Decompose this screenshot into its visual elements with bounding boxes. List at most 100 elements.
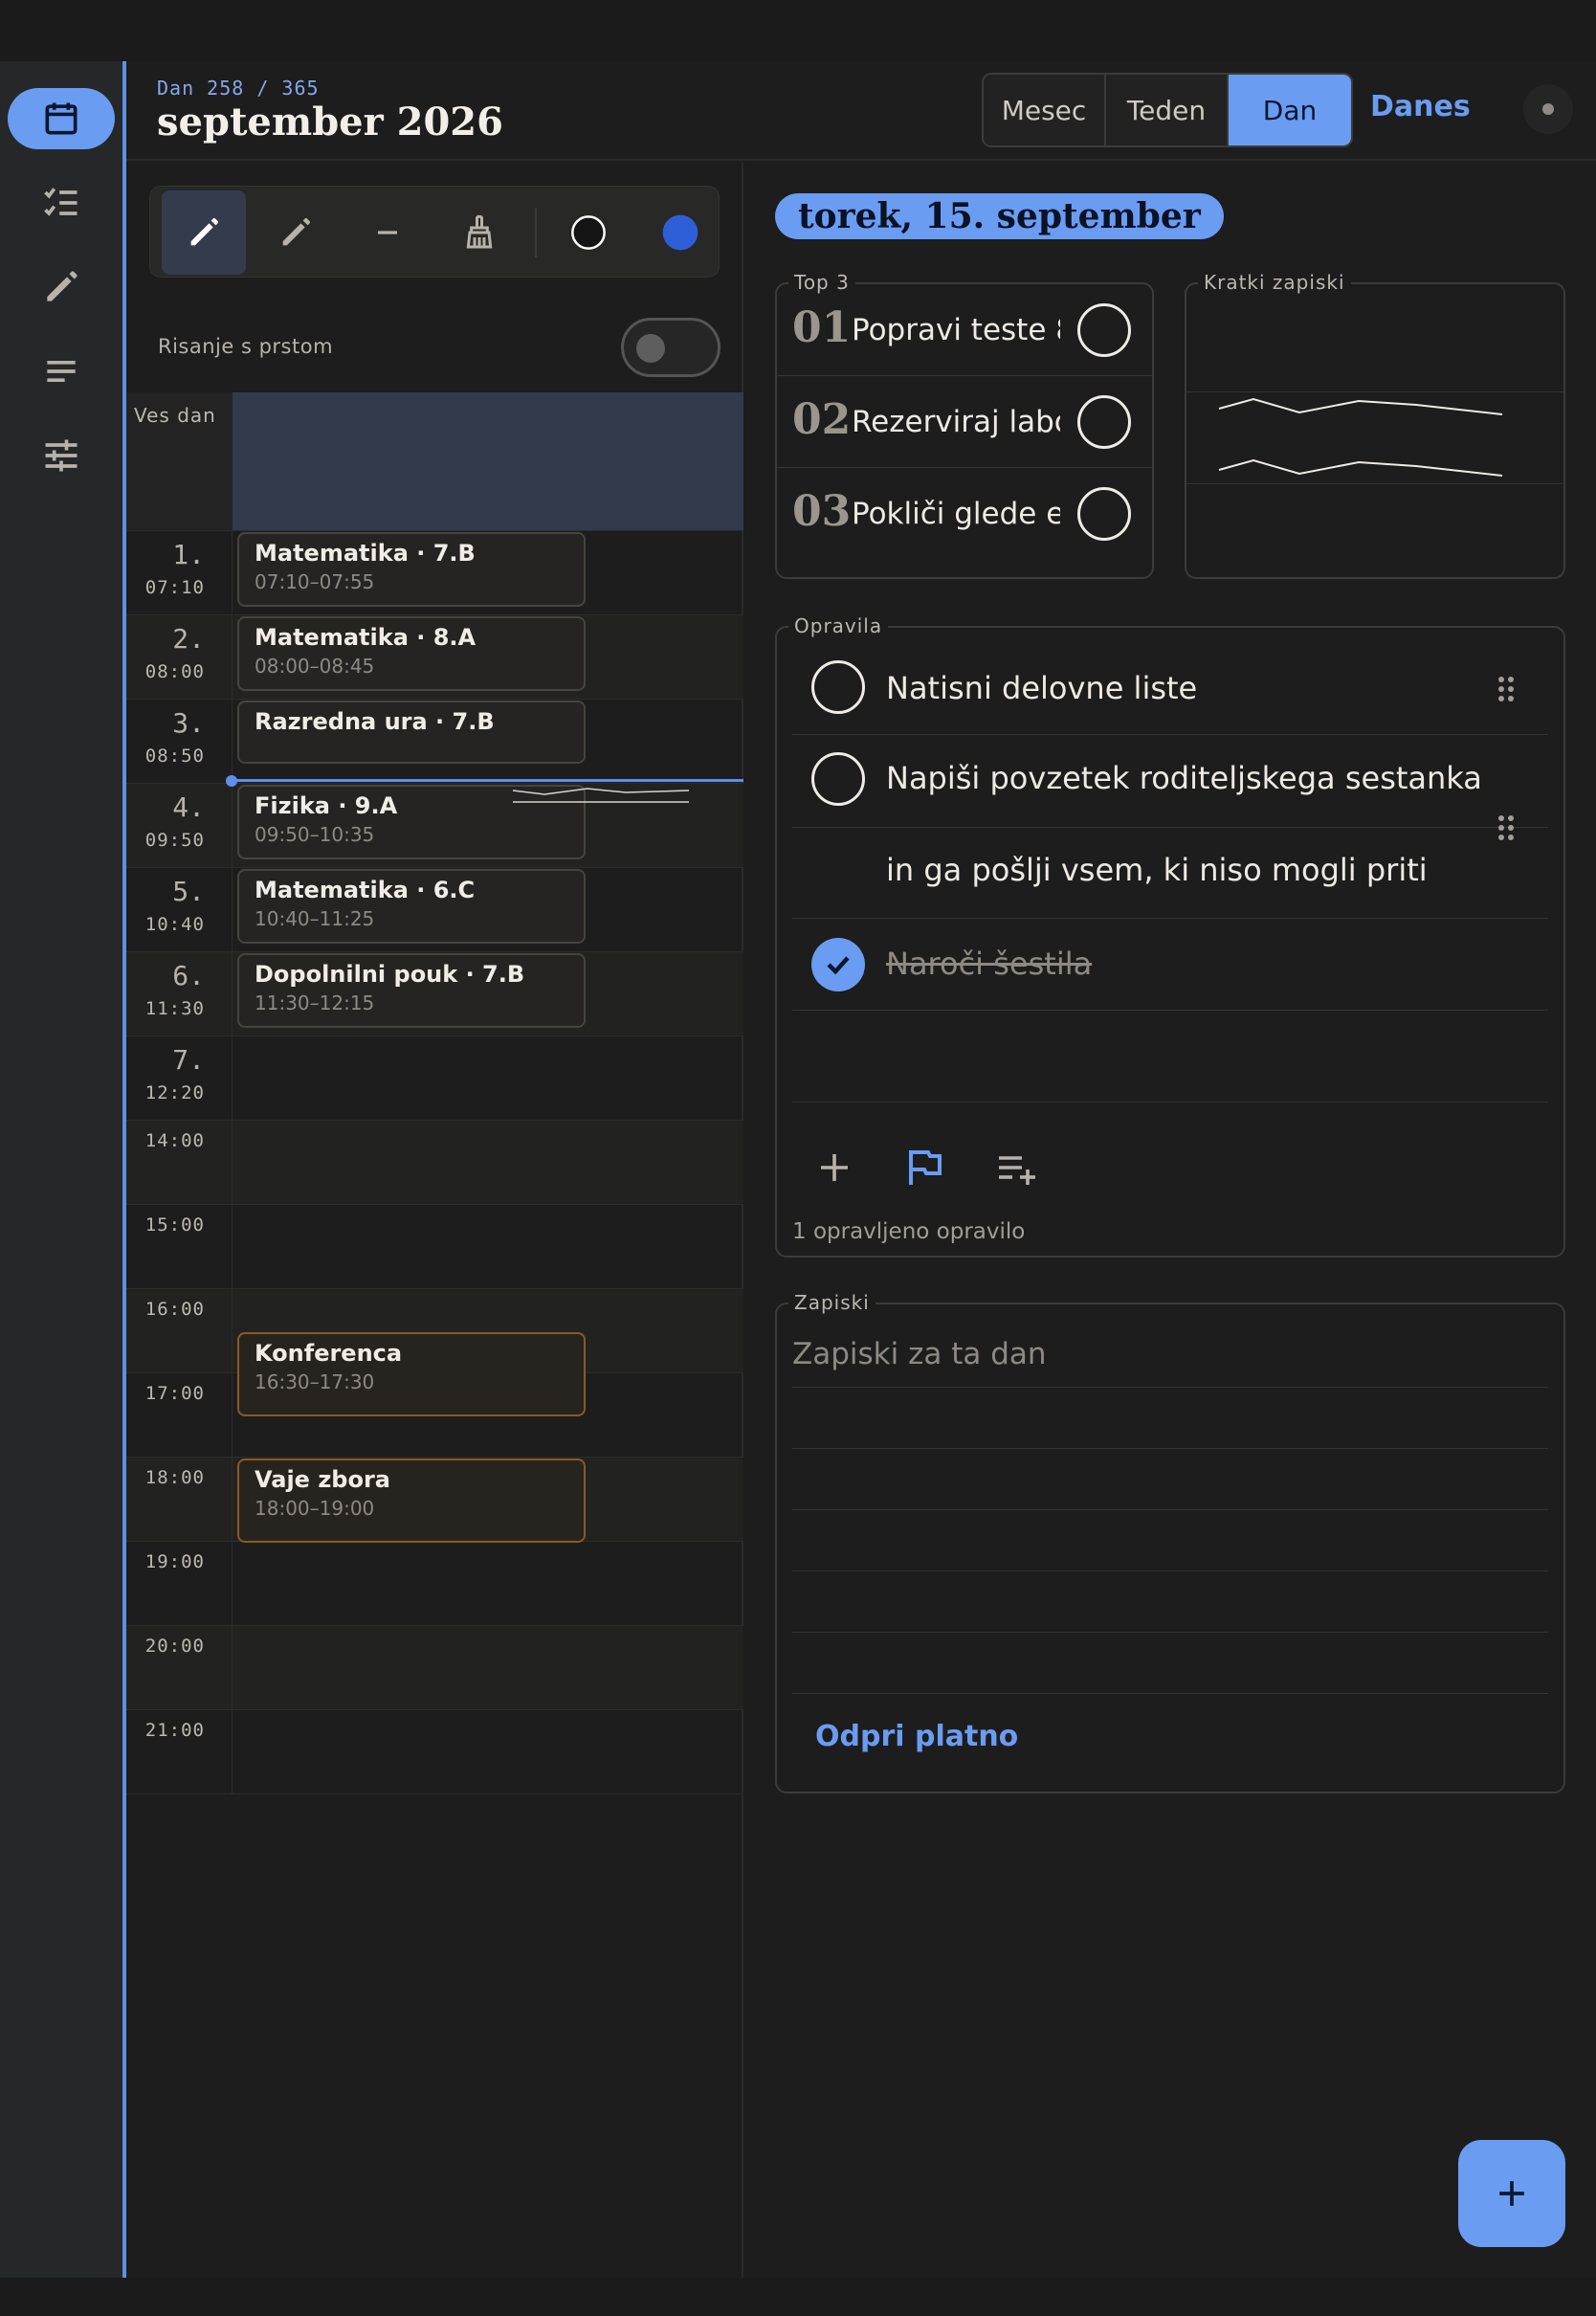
today-button[interactable]: Danes bbox=[1370, 90, 1471, 123]
top3-item[interactable]: 03 Pokliči glede e bbox=[777, 468, 1152, 560]
month-title: september 2026 bbox=[157, 100, 503, 145]
rail-item-tasks[interactable] bbox=[8, 172, 115, 234]
slot-gutter: 5. 10:40 bbox=[126, 868, 233, 952]
note-line bbox=[792, 1509, 1548, 1510]
rail-item-notes[interactable] bbox=[8, 341, 115, 402]
task-text: Natisni delovne liste bbox=[886, 670, 1198, 706]
event-time: 11:30–12:15 bbox=[255, 991, 375, 1014]
selected-date: torek, 15. september bbox=[775, 193, 1224, 239]
top3-text: Rezerviraj labo bbox=[852, 405, 1060, 439]
top3-number: 03 bbox=[792, 487, 852, 536]
period-number: 2. bbox=[172, 623, 205, 655]
tasks-card: Opravila Natisni delovne liste Napiši po… bbox=[775, 614, 1565, 1258]
period-time: 08:00 bbox=[144, 661, 205, 682]
top3-number: 02 bbox=[792, 395, 852, 444]
completed-count: 1 opravljeno opravilo bbox=[792, 1219, 1026, 1244]
tool-brush[interactable] bbox=[437, 190, 521, 275]
top3-checkbox[interactable] bbox=[1077, 395, 1131, 449]
period-number: 1. bbox=[172, 539, 205, 570]
period-slot[interactable]: 7. 12:20 bbox=[126, 1036, 743, 1121]
task-line bbox=[792, 827, 1548, 828]
notes-input[interactable]: Zapiski za ta dan bbox=[792, 1337, 1047, 1371]
open-canvas-button[interactable]: Odpri platno bbox=[815, 1720, 1018, 1753]
top3-checkbox[interactable] bbox=[1077, 487, 1131, 541]
rail-item-draw[interactable] bbox=[8, 256, 115, 318]
event-time: 08:00–08:45 bbox=[255, 655, 375, 678]
calendar-event[interactable]: Vaje zbora 18:00–19:00 bbox=[237, 1459, 586, 1543]
rail-item-settings[interactable] bbox=[8, 425, 115, 486]
ink-scribble bbox=[512, 788, 690, 803]
all-day-area[interactable] bbox=[233, 392, 743, 530]
flag-icon[interactable] bbox=[901, 1145, 947, 1191]
hour-slot[interactable]: 19:00 bbox=[126, 1541, 743, 1626]
calendar-event[interactable]: Matematika · 6.C 10:40–11:25 bbox=[237, 869, 586, 944]
calendar-event[interactable]: Razredna ura · 7.B bbox=[237, 701, 586, 764]
dot-icon bbox=[1542, 103, 1554, 115]
view-month-button[interactable]: Mesec bbox=[984, 75, 1106, 145]
slot-gutter: 1. 07:10 bbox=[126, 531, 233, 615]
event-title: Dopolnilni pouk · 7.B bbox=[255, 961, 525, 988]
check-icon bbox=[827, 956, 850, 975]
hour-label: 16:00 bbox=[144, 1299, 205, 1320]
slot-gutter: 21:00 bbox=[126, 1710, 233, 1794]
calendar-event[interactable]: Dopolnilni pouk · 7.B 11:30–12:15 bbox=[237, 953, 586, 1028]
hour-slot[interactable]: 21:00 bbox=[126, 1709, 743, 1794]
hour-label: 14:00 bbox=[144, 1130, 205, 1151]
short-notes-card[interactable]: Kratki zapiski bbox=[1185, 271, 1565, 579]
slot-gutter: 4. 09:50 bbox=[126, 784, 233, 868]
top3-checkbox[interactable] bbox=[1077, 303, 1131, 357]
top3-item[interactable]: 01 Popravi teste 8 bbox=[777, 284, 1152, 376]
event-time: 07:10–07:55 bbox=[255, 570, 375, 593]
period-time: 08:50 bbox=[144, 746, 205, 767]
view-week-button[interactable]: Teden bbox=[1106, 75, 1229, 145]
finger-drawing-toggle[interactable] bbox=[621, 318, 720, 377]
drag-handle-icon[interactable] bbox=[1495, 813, 1518, 842]
add-fab[interactable] bbox=[1458, 2140, 1565, 2247]
hour-label: 20:00 bbox=[144, 1636, 205, 1657]
color-black[interactable] bbox=[546, 190, 631, 275]
day-counter: Dan 258 / 365 bbox=[157, 77, 320, 100]
tool-pen[interactable] bbox=[162, 190, 246, 275]
task-item[interactable]: Napiši povzetek roditeljskega sestanka i… bbox=[792, 735, 1548, 919]
more-button[interactable] bbox=[1523, 84, 1573, 134]
color-swatch-icon bbox=[662, 214, 698, 251]
event-time: 09:50–10:35 bbox=[255, 823, 375, 846]
task-checkbox[interactable] bbox=[811, 752, 865, 806]
task-item[interactable]: Natisni delovne liste bbox=[792, 643, 1548, 735]
add-icon[interactable] bbox=[811, 1145, 857, 1191]
top3-item[interactable]: 02 Rezerviraj labo bbox=[777, 376, 1152, 468]
hour-label: 18:00 bbox=[144, 1467, 205, 1488]
note-line bbox=[792, 1570, 1548, 1571]
toggle-thumb bbox=[636, 334, 665, 363]
add-icon bbox=[1499, 2181, 1524, 2206]
short-notes-legend: Kratki zapiski bbox=[1198, 271, 1351, 294]
hour-slot[interactable]: 15:00 bbox=[126, 1204, 743, 1289]
notes-card: Zapiski Zapiski za ta dan Odpri platno bbox=[775, 1291, 1565, 1793]
pen-icon bbox=[190, 218, 218, 246]
color-blue[interactable] bbox=[638, 190, 722, 275]
all-day-row[interactable]: Ves dan bbox=[126, 392, 743, 530]
task-checkbox-checked[interactable] bbox=[811, 938, 865, 991]
period-time: 09:50 bbox=[144, 830, 205, 851]
add-list-icon[interactable] bbox=[993, 1145, 1039, 1191]
calendar-event[interactable]: Matematika · 8.A 08:00–08:45 bbox=[237, 616, 586, 691]
line-icon bbox=[378, 231, 397, 234]
rail-item-calendar[interactable] bbox=[8, 88, 115, 149]
task-empty-row[interactable] bbox=[792, 1011, 1548, 1102]
hour-slot[interactable]: 20:00 bbox=[126, 1625, 743, 1710]
tool-pencil[interactable] bbox=[254, 190, 338, 275]
event-title: Vaje zbora bbox=[255, 1466, 390, 1493]
calendar-event[interactable]: Konferenca 16:30–17:30 bbox=[237, 1332, 586, 1416]
period-number: 7. bbox=[172, 1044, 205, 1076]
current-time-dot bbox=[226, 775, 237, 787]
drag-handle-icon[interactable] bbox=[1495, 675, 1518, 703]
slot-gutter: 15:00 bbox=[126, 1205, 233, 1289]
event-title: Matematika · 7.B bbox=[255, 540, 476, 567]
task-item[interactable]: Naroči šestila bbox=[792, 919, 1548, 1011]
view-day-button[interactable]: Dan bbox=[1229, 75, 1351, 145]
tool-line[interactable] bbox=[345, 190, 430, 275]
toolbar-divider bbox=[535, 208, 537, 257]
task-checkbox[interactable] bbox=[811, 660, 865, 714]
hour-slot[interactable]: 14:00 bbox=[126, 1120, 743, 1205]
calendar-event[interactable]: Matematika · 7.B 07:10–07:55 bbox=[237, 532, 586, 607]
